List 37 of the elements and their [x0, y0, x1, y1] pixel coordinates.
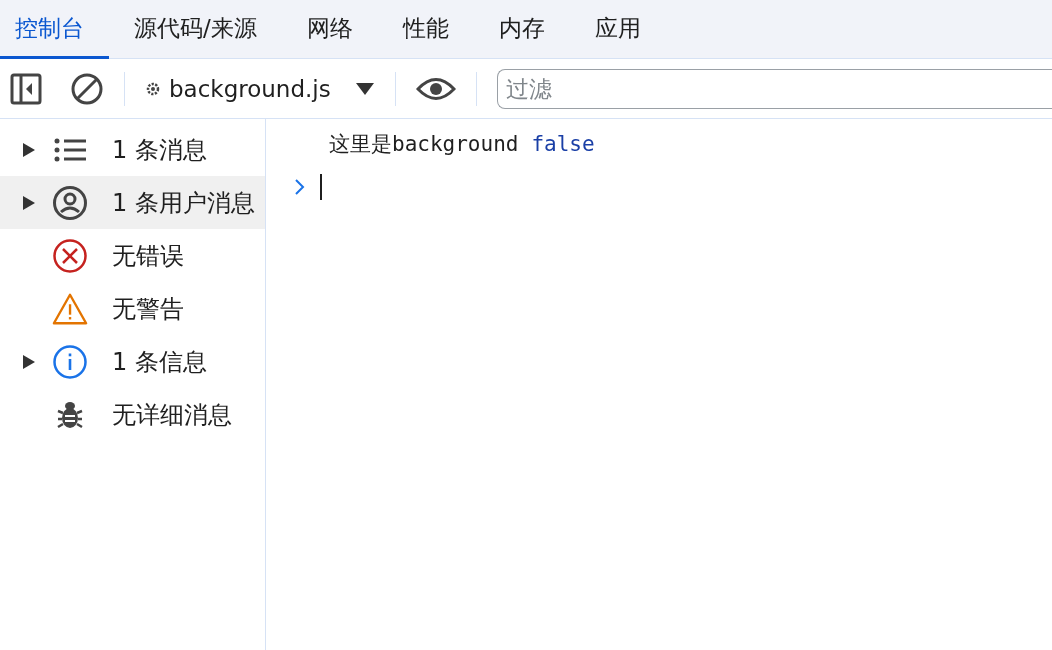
sidebar-label: 1 条消息	[112, 134, 207, 166]
tab[interactable]: 应用	[569, 0, 666, 59]
prompt-icon	[294, 178, 306, 196]
log-text: 这里是background	[329, 131, 519, 158]
gear-icon[interactable]	[145, 80, 161, 97]
sidebar-item[interactable]: 1 条用户消息	[0, 176, 265, 229]
list-icon	[54, 136, 86, 163]
eye-icon[interactable]	[415, 75, 456, 102]
sidebar-label: 1 条用户消息	[112, 187, 255, 219]
warning-icon	[52, 291, 88, 326]
sidebar-item[interactable]: 无警告	[0, 282, 265, 335]
clear-icon[interactable]	[70, 71, 104, 106]
caret-icon[interactable]	[354, 81, 375, 96]
sidebar-label: 无错误	[112, 240, 184, 272]
sidebar-item[interactable]: 1 条消息	[0, 123, 265, 176]
expand-arrow-icon[interactable]	[22, 194, 36, 211]
expand-arrow-icon[interactable]	[22, 141, 36, 158]
user-icon	[52, 184, 88, 221]
sidebar-label: 无警告	[112, 293, 184, 325]
sidebar-label: 无详细消息	[112, 399, 232, 431]
tab[interactable]: 控制台	[0, 0, 109, 59]
context-selector[interactable]: background.js	[169, 75, 331, 102]
tab[interactable]: 网络	[281, 0, 378, 59]
tab[interactable]: 内存	[473, 0, 570, 59]
sidebar-item[interactable]: 无错误	[0, 229, 265, 282]
text-cursor	[320, 174, 322, 200]
sidebar-label: 1 条信息	[112, 346, 207, 378]
tab[interactable]: 性能	[377, 0, 474, 59]
info-icon	[52, 343, 88, 380]
expand-arrow-icon[interactable]	[22, 353, 36, 370]
tab[interactable]: 源代码/来源	[109, 0, 282, 59]
boolean-value: false	[531, 132, 595, 156]
sidebar-toggle-icon[interactable]	[10, 72, 42, 105]
error-icon	[52, 237, 88, 274]
sidebar-item[interactable]: 1 条信息	[0, 335, 265, 388]
sidebar-item[interactable]: 无详细消息	[0, 388, 265, 441]
filter-field[interactable]: 过滤	[496, 68, 1052, 109]
